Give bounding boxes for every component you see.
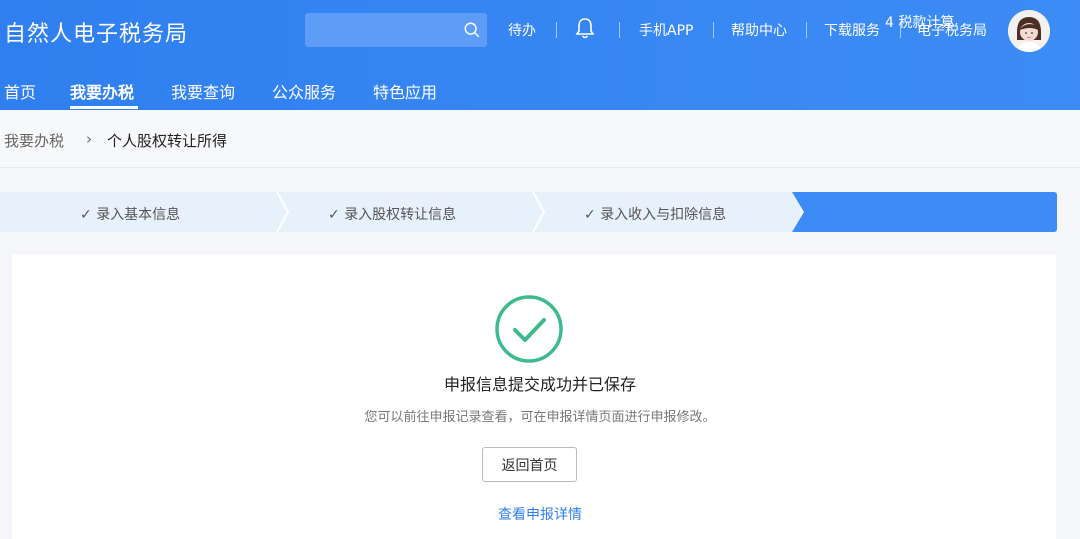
breadcrumb-current: 个人股权转让所得 xyxy=(107,132,228,150)
divider xyxy=(713,22,714,38)
nav-item-featured-apps[interactable]: 特色应用 xyxy=(373,79,437,103)
check-icon: ✓ xyxy=(584,207,596,223)
step-label: 录入股权转让信息 xyxy=(344,207,457,223)
divider xyxy=(556,22,557,38)
download-link[interactable]: 下载服务 xyxy=(824,20,880,40)
breadcrumb-separator: › xyxy=(86,130,92,148)
check-icon: ✓ xyxy=(328,207,340,223)
step-label: 录入收入与扣除信息 xyxy=(600,207,727,223)
step-income-deduction-info: ✓ 录入收入与扣除信息 xyxy=(584,204,726,224)
progress-steps: ✓ 录入基本信息 ✓ 录入股权转让信息 ✓ 录入收入与扣除信息 xyxy=(0,192,1057,232)
breadcrumb: 我要办税 › 个人股权转让所得 xyxy=(0,110,1080,168)
bell-icon[interactable] xyxy=(574,16,596,40)
success-description: 您可以前往申报记录查看，可在申报详情页面进行申报修改。 xyxy=(364,410,716,425)
nav-item-home[interactable]: 首页 xyxy=(4,79,36,103)
avatar-icon xyxy=(1008,10,1050,52)
breadcrumb-parent[interactable]: 我要办税 xyxy=(4,130,64,151)
step-equity-transfer-info: ✓ 录入股权转让信息 xyxy=(328,204,456,224)
step-label: 录入基本信息 xyxy=(96,207,181,223)
view-declaration-details-link[interactable]: 查看申报详情 xyxy=(0,504,1080,524)
nav-item-query[interactable]: 我要查询 xyxy=(171,79,235,103)
step-divider-icon xyxy=(532,192,546,232)
return-home-button[interactable]: 返回首页 xyxy=(482,447,577,482)
step-active-background xyxy=(792,192,1057,232)
help-center-link[interactable]: 帮助中心 xyxy=(731,20,787,40)
success-title: 申报信息提交成功并已保存 xyxy=(443,375,636,394)
nav-item-public-service[interactable]: 公众服务 xyxy=(272,79,336,103)
step-tax-calculation: 4 税款计算 xyxy=(885,15,955,31)
main-nav: 首页 我要办税 我要查询 公众服务 特色应用 xyxy=(0,70,600,110)
avatar[interactable] xyxy=(1008,10,1050,52)
step-divider-icon xyxy=(276,192,290,232)
nav-item-tax-filing[interactable]: 我要办税 xyxy=(70,79,134,103)
step-basic-info: ✓ 录入基本信息 xyxy=(80,204,180,224)
check-icon: ✓ xyxy=(80,207,92,223)
divider xyxy=(619,22,620,38)
success-check-icon xyxy=(495,295,563,363)
mobile-app-link[interactable]: 手机APP xyxy=(639,20,693,40)
divider xyxy=(806,22,807,38)
active-nav-indicator xyxy=(70,106,138,109)
todo-link[interactable]: 待办 xyxy=(508,20,536,40)
